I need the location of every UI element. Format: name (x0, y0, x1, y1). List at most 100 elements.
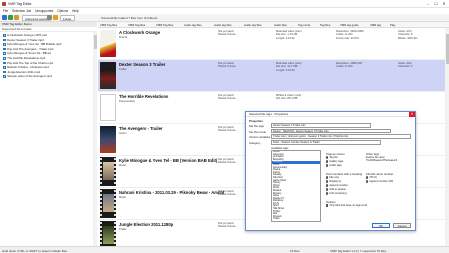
row-genre: Music (119, 196, 127, 199)
tool-tab-11[interactable]: VMR tag (370, 23, 381, 27)
row-length: Length: 0:01:26 (276, 68, 295, 72)
row-title: Nahrani Kristina - 2011.03.29 - Piknoky … (119, 190, 225, 195)
properties-label: Properties (249, 119, 263, 123)
checkbox-icon[interactable] (3, 33, 6, 37)
radio-file-only[interactable]: File only (326, 176, 339, 179)
genre-label: Set the movie (249, 129, 267, 134)
checkbox-icon[interactable] (3, 75, 6, 78)
available-tags-list[interactable]: Action Adventure Animation Biography Com… (271, 150, 321, 222)
left-panel-subheader: Supported file formats (0, 27, 97, 32)
tool-tab-2[interactable]: VMR Tag files (128, 23, 145, 27)
other-tags-value: Explore file name: TheDrillSeason3TheSea… (366, 156, 398, 162)
file-tree-item[interactable]: Sample video of the Avengers.mp4 (0, 74, 97, 79)
row-bitrate: Bitrate: 448 kb/s (398, 36, 418, 40)
radio-off[interactable]: Off (0) (366, 176, 377, 179)
checkbox-icon[interactable] (3, 70, 6, 74)
only-untagged-checkbox[interactable]: Only files that have no tags at all (326, 204, 367, 207)
poster-thumbnail (100, 94, 116, 121)
row-title: Dexter Season 3 Trailer (119, 62, 166, 67)
tool-tab-6[interactable]: Audio tag files (244, 23, 262, 27)
file-row-selected[interactable]: Dexter Season 3 Trailer Trailer Not yet … (98, 60, 445, 92)
radio-display-by[interactable]: Display by (326, 180, 341, 183)
refresh-icon[interactable] (47, 15, 52, 20)
checkbox-icon[interactable] (3, 43, 6, 46)
poster-thumbnail (100, 126, 116, 153)
tag-set-field[interactable]: Dexter Season 3 Trailer.mkv (271, 123, 371, 128)
checkbox-icon[interactable] (3, 66, 6, 69)
poster-thumbnail (100, 62, 116, 89)
dialog-close-button[interactable]: ✕ (409, 112, 415, 117)
genre-field[interactable]: Dexter - SEASON - Dexter Season 3 Traile… (271, 128, 391, 133)
status-bar: Hold down CTRL or SHIFT to select multip… (0, 246, 449, 253)
tool-tab-10[interactable]: VMR tag guide (340, 23, 359, 27)
checkbox-icon[interactable] (3, 61, 6, 65)
radio-audio-tags[interactable]: Audio tags (326, 164, 342, 167)
row-genre: Action (119, 132, 127, 135)
row-placed: Placed 0 times (218, 97, 236, 101)
checkbox-icon[interactable] (3, 52, 6, 55)
tool-tab-1[interactable]: VMR Tag files (100, 23, 117, 27)
checkbox-icon[interactable] (3, 47, 6, 51)
row-title: The Horrible Revelations (119, 94, 169, 99)
radio-append-number[interactable]: Append number (326, 184, 348, 187)
radio-tag-list[interactable]: Tag list (326, 156, 337, 159)
app-icon (2, 2, 6, 6)
folder-button[interactable]: Folder (60, 15, 75, 21)
left-scrollbar-thumb[interactable] (93, 35, 97, 49)
dialog-title: Selected file tags - Properties (246, 112, 415, 117)
poster-thumbnail (100, 30, 116, 57)
checkbox-icon[interactable] (3, 56, 6, 60)
tool-tab-3[interactable]: VMR Tag files (156, 23, 173, 27)
tool-tab-12[interactable]: Play (390, 23, 395, 27)
row-codec: Codec: H.264 (336, 65, 353, 69)
radio-gallery-tags[interactable]: Gallery tags (326, 160, 343, 163)
title-bar: VMR Tag Editor – ☐ ✕ (0, 0, 449, 8)
tool-tab-7[interactable]: Audio files (274, 23, 287, 27)
minimize-button[interactable]: – (424, 1, 432, 7)
row-genre: Documentary (119, 100, 135, 103)
checkbox-icon[interactable] (3, 38, 6, 42)
filmstrip-thumbnail (100, 189, 116, 218)
tool-tab-4[interactable]: Audio tag files (184, 23, 202, 27)
file-row[interactable]: A Clockwork Orange Drama Not yet rated P… (98, 28, 445, 60)
tool-tab-5[interactable]: Audio tag files (214, 23, 232, 27)
close-button[interactable]: ✕ (440, 1, 448, 7)
maximize-button[interactable]: ☐ (432, 1, 440, 7)
left-scrollbar[interactable] (93, 32, 97, 246)
row-genre: Drama (119, 36, 128, 39)
main-scrollbar-thumb[interactable] (445, 34, 449, 64)
row-channels: Channels: 2 (398, 65, 413, 69)
row-title: Jungle Election 2011.1280p (119, 222, 174, 227)
row-placed: Placed 0 times (218, 225, 236, 229)
left-panel: VMR Tag Editor Demo Supported file forma… (0, 22, 97, 246)
cancel-button[interactable]: Cancel (393, 223, 411, 228)
list-item[interactable]: Trailer (272, 218, 320, 221)
category-field[interactable]: Drew - Season number Season is Trailer (271, 140, 381, 145)
filmstrip-thumbnail (100, 221, 116, 246)
row-placed: Placed 0 times (218, 65, 236, 69)
row-placed: Placed 0 times (218, 129, 236, 133)
row-length: Length: 2:16:42 (276, 36, 295, 40)
tag-properties-dialog: Selected file tags - Properties ✕ Proper… (245, 111, 416, 231)
version-label: Version variables (249, 135, 271, 139)
path-text: Successfully loaded 7 files from (6 fold… (101, 16, 158, 20)
back-icon[interactable] (2, 15, 7, 20)
up-folder-icon[interactable] (14, 15, 19, 20)
row-title: The Avengers - Trailer (119, 126, 163, 131)
version-field[interactable]: Trailer.mkv | Unknown genre - Season 3 T… (271, 134, 411, 139)
tag-set-label: Set the tags (249, 124, 264, 128)
radio-full-numbering[interactable]: Full numbering (326, 192, 347, 195)
radio-add-season[interactable]: Add to season (326, 188, 346, 191)
status-hint: Hold down CTRL or SHIFT to select multip… (2, 248, 68, 253)
row-placed: Placed 0 times (218, 33, 236, 37)
row-title: Kylie Minogue & Yves Tel - BB (Version B… (119, 158, 218, 163)
tool-tab-9[interactable]: Tag files (320, 23, 330, 27)
main-scrollbar[interactable] (445, 28, 449, 246)
ok-button[interactable]: OK (372, 223, 390, 228)
radio-append-00[interactable]: Append number (00) (366, 180, 393, 183)
folder-icon[interactable] (53, 15, 58, 20)
row-genre: Trailer (119, 68, 127, 71)
window-title: VMR Tag Editor (8, 2, 32, 6)
tool-tab-8[interactable]: Tag mode (298, 23, 310, 27)
forward-icon[interactable] (8, 15, 13, 20)
